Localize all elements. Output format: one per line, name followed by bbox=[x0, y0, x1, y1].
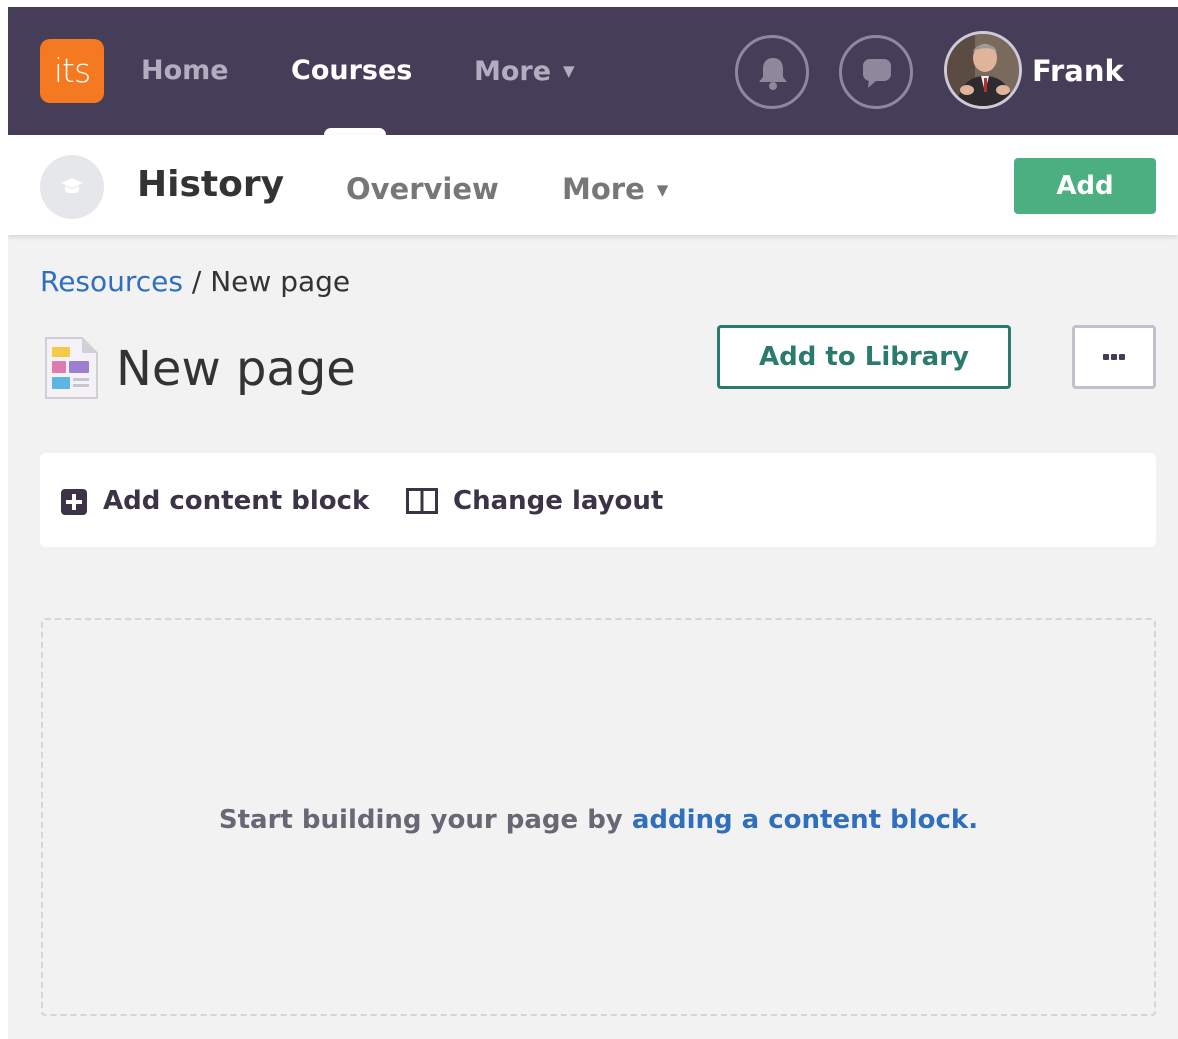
more-options-button[interactable] bbox=[1072, 325, 1156, 389]
content-dropzone: Start building your page by adding a con… bbox=[41, 618, 1156, 1016]
dropzone-prompt: Start building your page by adding a con… bbox=[43, 802, 1154, 838]
add-content-block-label: Add content block bbox=[103, 486, 370, 516]
notifications-button[interactable] bbox=[735, 35, 809, 109]
page-document-icon bbox=[45, 337, 98, 399]
caret-down-icon: ▼ bbox=[656, 181, 669, 199]
graduation-cap-icon bbox=[61, 178, 83, 194]
add-button[interactable]: Add bbox=[1014, 158, 1156, 214]
user-photo bbox=[947, 34, 1019, 106]
dropzone-prompt-text: Start building your page by bbox=[218, 805, 632, 835]
course-title[interactable]: History bbox=[137, 163, 284, 207]
nav-courses-label: Courses bbox=[291, 55, 413, 86]
chat-icon bbox=[863, 59, 891, 88]
course-avatar[interactable] bbox=[40, 155, 104, 219]
messages-button[interactable] bbox=[839, 35, 913, 109]
bell-icon bbox=[759, 58, 787, 90]
change-layout-label: Change layout bbox=[453, 486, 664, 516]
user-name[interactable]: Frank bbox=[1032, 53, 1124, 89]
add-content-block-link[interactable]: adding a content block. bbox=[632, 805, 978, 835]
breadcrumb: Resources / New page bbox=[40, 264, 350, 300]
nav-more-label: More bbox=[474, 56, 552, 87]
top-navigation-bar: its Home Courses More ▼ Frank bbox=[8, 7, 1178, 142]
page-toolbar: Add content block Change layout bbox=[40, 453, 1156, 547]
breadcrumb-separator: / bbox=[183, 265, 211, 298]
add-to-library-button[interactable]: Add to Library bbox=[717, 325, 1011, 389]
nav-more[interactable]: More ▼ bbox=[474, 53, 575, 90]
its-logo[interactable]: its bbox=[40, 39, 104, 103]
course-tab-more-label: More bbox=[562, 172, 645, 206]
course-tab-more[interactable]: More ▼ bbox=[562, 171, 668, 208]
nav-home[interactable]: Home bbox=[141, 53, 229, 89]
nav-home-label: Home bbox=[141, 55, 229, 86]
app-frame: its Home Courses More ▼ Frank History Ov… bbox=[8, 7, 1178, 1039]
page-title: New page bbox=[116, 341, 356, 397]
course-header-bar: History Overview More ▼ Add bbox=[8, 135, 1178, 235]
plus-square-icon bbox=[61, 489, 87, 515]
breadcrumb-current: New page bbox=[210, 265, 351, 298]
course-tab-overview-label: Overview bbox=[346, 172, 499, 206]
columns-icon bbox=[406, 488, 438, 514]
user-avatar[interactable] bbox=[944, 31, 1022, 109]
breadcrumb-resources-link[interactable]: Resources bbox=[40, 265, 183, 298]
nav-courses[interactable]: Courses bbox=[291, 53, 412, 89]
caret-down-icon: ▼ bbox=[563, 62, 575, 80]
course-tab-overview[interactable]: Overview bbox=[346, 171, 499, 207]
